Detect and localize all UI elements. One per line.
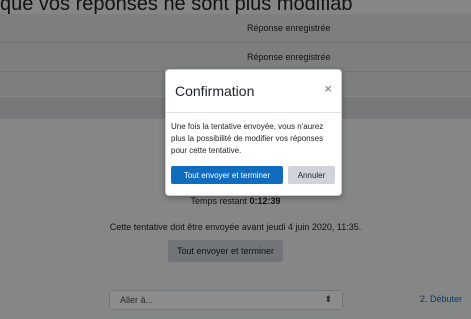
close-icon[interactable]: × xyxy=(324,81,332,96)
confirmation-dialog: Confirmation × Une fois la tentative env… xyxy=(165,69,342,196)
cancel-button[interactable]: Annuler xyxy=(288,166,335,184)
confirm-submit-button[interactable]: Tout envoyer et terminer xyxy=(171,166,283,184)
dialog-title: Confirmation xyxy=(175,83,255,99)
dialog-message: Une fois la tentative envoyée, vous n'au… xyxy=(171,122,324,155)
dialog-header: Confirmation × xyxy=(166,70,341,113)
